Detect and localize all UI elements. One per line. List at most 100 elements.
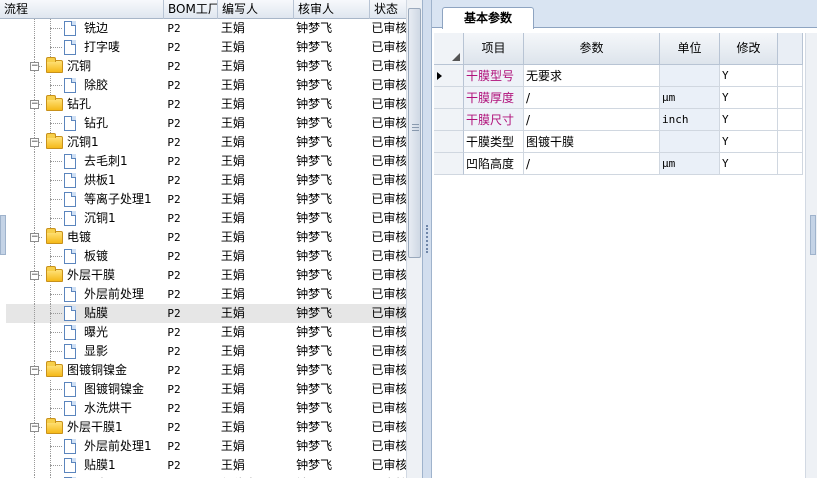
- collapse-toggle-icon[interactable]: −: [30, 366, 39, 375]
- tree-node[interactable]: 水洗烘干: [6, 399, 162, 418]
- tree-node[interactable]: − 电镀: [6, 228, 162, 247]
- tree-scrollbar[interactable]: [406, 0, 422, 478]
- grid-header-unit[interactable]: 单位: [660, 33, 720, 65]
- left-collapse-handle[interactable]: [0, 215, 6, 255]
- grid-cell-modify[interactable]: Y: [720, 131, 778, 153]
- row-indicator[interactable]: [434, 153, 464, 175]
- tree-row[interactable]: − 图镀铜镍金 P2 王娟 钟梦飞 已审核: [6, 361, 406, 380]
- collapse-toggle-icon[interactable]: −: [30, 62, 39, 71]
- tree-node[interactable]: 贴膜1: [6, 456, 162, 475]
- tree-scrollbar-thumb[interactable]: [408, 8, 421, 258]
- collapse-toggle-icon[interactable]: −: [30, 138, 39, 147]
- tab-basic-params[interactable]: 基本参数: [442, 7, 534, 29]
- collapse-toggle-icon[interactable]: −: [30, 271, 39, 280]
- grid-cell-modify[interactable]: Y: [720, 153, 778, 175]
- tree-node[interactable]: 显影: [6, 342, 162, 361]
- tree-node[interactable]: 烘板1: [6, 171, 162, 190]
- grid-row[interactable]: 干膜型号 无要求 Y: [434, 65, 812, 87]
- tree-row[interactable]: 沉铜1 P2 王娟 钟梦飞 已审核: [6, 209, 406, 228]
- tree-node[interactable]: − 图镀铜镍金: [6, 361, 162, 380]
- grid-cell-param[interactable]: /: [524, 153, 660, 175]
- grid-scrollbar[interactable]: [805, 33, 817, 478]
- grid-header-param[interactable]: 参数: [524, 33, 660, 65]
- tree-node[interactable]: 等离子处理1: [6, 190, 162, 209]
- tree-row[interactable]: 外层前处理1 P2 王娟 钟梦飞 已审核: [6, 437, 406, 456]
- tree-row[interactable]: − 沉铜 P2 王娟 钟梦飞 已审核: [6, 57, 406, 76]
- tree-row[interactable]: − 沉铜1 P2 王娟 钟梦飞 已审核: [6, 133, 406, 152]
- grid-row[interactable]: 干膜厚度 / μm Y: [434, 87, 812, 109]
- grid-cell-item[interactable]: 干膜尺寸: [464, 109, 524, 131]
- grid-row[interactable]: 干膜类型 图镀干膜 Y: [434, 131, 812, 153]
- grid-cell-unit[interactable]: [660, 131, 720, 153]
- column-header-flow[interactable]: 流程: [0, 0, 164, 19]
- grid-cell-param[interactable]: /: [524, 87, 660, 109]
- tree-node[interactable]: − 钻孔: [6, 95, 162, 114]
- grid-header-item[interactable]: 项目: [464, 33, 524, 65]
- tree-node[interactable]: 曝光: [6, 323, 162, 342]
- tree-row[interactable]: 去毛刺1 P2 王娟 钟梦飞 已审核: [6, 152, 406, 171]
- tree-row[interactable]: 打字唛 P2 王娟 钟梦飞 已审核: [6, 38, 406, 57]
- grid-cell-unit[interactable]: μm: [660, 87, 720, 109]
- tree-row[interactable]: 除胶 P2 王娟 钟梦飞 已审核: [6, 76, 406, 95]
- tree-row[interactable]: 铣边 P2 王娟 钟梦飞 已审核: [6, 19, 406, 38]
- grid-cell-param[interactable]: 图镀干膜: [524, 131, 660, 153]
- tree-node[interactable]: 铣边: [6, 19, 162, 38]
- grid-cell-unit[interactable]: inch: [660, 109, 720, 131]
- tree-row[interactable]: 曝光 P2 王娟 钟梦飞 已审核: [6, 323, 406, 342]
- tree-row[interactable]: − 电镀 P2 王娟 钟梦飞 已审核: [6, 228, 406, 247]
- tree-node[interactable]: 板镀: [6, 247, 162, 266]
- tree-node[interactable]: − 外层干膜: [6, 266, 162, 285]
- tree-row[interactable]: 显影 P2 王娟 钟梦飞 已审核: [6, 342, 406, 361]
- tree-row[interactable]: 外层前处理 P2 王娟 钟梦飞 已审核: [6, 285, 406, 304]
- tree-row[interactable]: 烘板1 P2 王娟 钟梦飞 已审核: [6, 171, 406, 190]
- right-collapse-handle[interactable]: [810, 215, 816, 255]
- tree-node[interactable]: 外层前处理1: [6, 437, 162, 456]
- grid-cell-item[interactable]: 干膜类型: [464, 131, 524, 153]
- grid-cell-unit[interactable]: μm: [660, 153, 720, 175]
- tree-row[interactable]: 水洗烘干 P2 王娟 钟梦飞 已审核: [6, 399, 406, 418]
- row-indicator[interactable]: [434, 65, 464, 87]
- tree-node[interactable]: 钻孔: [6, 114, 162, 133]
- grid-cell-modify[interactable]: Y: [720, 87, 778, 109]
- collapse-toggle-icon[interactable]: −: [30, 233, 39, 242]
- grid-header-modify[interactable]: 修改: [720, 33, 778, 65]
- grid-cell-param[interactable]: 无要求: [524, 65, 660, 87]
- column-header-writer[interactable]: 编写人: [218, 0, 294, 19]
- tree-row[interactable]: 钻孔 P2 王娟 钟梦飞 已审核: [6, 114, 406, 133]
- tree-row[interactable]: 贴膜1 P2 王娟 钟梦飞 已审核: [6, 456, 406, 475]
- collapse-toggle-icon[interactable]: −: [30, 423, 39, 432]
- column-header-reviewer[interactable]: 核审人: [294, 0, 370, 19]
- row-indicator[interactable]: [434, 87, 464, 109]
- tree-row[interactable]: 图镀铜镍金 P2 王娟 钟梦飞 已审核: [6, 380, 406, 399]
- column-header-bom[interactable]: BOM工厂: [164, 0, 218, 19]
- grid-row[interactable]: 凹陷高度 / μm Y: [434, 153, 812, 175]
- tree-node[interactable]: 贴膜: [6, 304, 162, 323]
- row-indicator[interactable]: [434, 109, 464, 131]
- grid-cell-item[interactable]: 干膜厚度: [464, 87, 524, 109]
- tree-row[interactable]: 板镀 P2 王娟 钟梦飞 已审核: [6, 247, 406, 266]
- grid-cell-unit[interactable]: [660, 65, 720, 87]
- tree-node[interactable]: − 沉铜: [6, 57, 162, 76]
- row-indicator[interactable]: [434, 131, 464, 153]
- tree-node[interactable]: 图镀铜镍金: [6, 380, 162, 399]
- tree-node[interactable]: 去毛刺1: [6, 152, 162, 171]
- grid-cell-modify[interactable]: Y: [720, 65, 778, 87]
- tree-node[interactable]: − 外层干膜1: [6, 418, 162, 437]
- tree-node[interactable]: 除胶: [6, 76, 162, 95]
- tree-node[interactable]: 外层前处理: [6, 285, 162, 304]
- pane-splitter[interactable]: [422, 0, 432, 478]
- grid-cell-item[interactable]: 干膜型号: [464, 65, 524, 87]
- tree-row[interactable]: 贴膜 P2 王娟 钟梦飞 已审核: [6, 304, 406, 323]
- tree-row[interactable]: − 钻孔 P2 王娟 钟梦飞 已审核: [6, 95, 406, 114]
- tree-row[interactable]: 等离子处理1 P2 王娟 钟梦飞 已审核: [6, 190, 406, 209]
- grid-corner[interactable]: [434, 33, 464, 65]
- grid-row[interactable]: 干膜尺寸 / inch Y: [434, 109, 812, 131]
- grid-cell-modify[interactable]: Y: [720, 109, 778, 131]
- tree-node[interactable]: 打字唛: [6, 38, 162, 57]
- tree-node[interactable]: 沉铜1: [6, 209, 162, 228]
- tree-row[interactable]: − 外层干膜1 P2 王娟 钟梦飞 已审核: [6, 418, 406, 437]
- grid-cell-param[interactable]: /: [524, 109, 660, 131]
- tree-row[interactable]: − 外层干膜 P2 王娟 钟梦飞 已审核: [6, 266, 406, 285]
- grid-cell-item[interactable]: 凹陷高度: [464, 153, 524, 175]
- tree-node[interactable]: − 沉铜1: [6, 133, 162, 152]
